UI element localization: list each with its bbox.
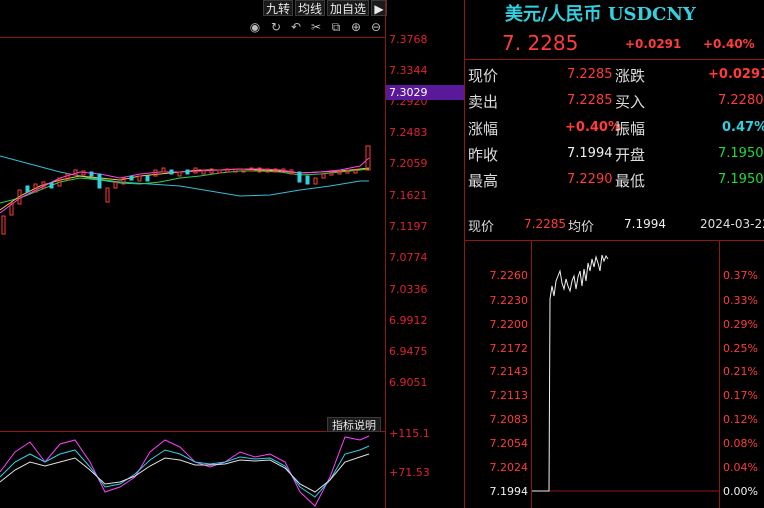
minute-chart[interactable] (532, 241, 719, 508)
minute-tick: 7.2230 (489, 294, 529, 307)
price-tick: 7.1621 (389, 189, 428, 202)
kline-panel[interactable]: 九转 均线 加自选 ▶ ◉ ↻ ↶ ✂ ⧉ ⊕ ⊖ 7.3768 7.3344 … (0, 0, 464, 508)
minute-date: 2024-03-22 (700, 217, 764, 231)
header-divider (465, 59, 764, 60)
row-label: 昨收 (468, 146, 499, 164)
crosshair-price-tag: 7.3029 (386, 85, 464, 100)
indicator-tick: +115.1 (389, 427, 430, 440)
row-value: 7.1950 (718, 172, 764, 187)
indicator-tick: +71.53 (389, 466, 430, 479)
minute-tick: 7.2024 (489, 461, 529, 474)
minute-tick: 7.2172 (489, 342, 529, 355)
row-value: 7.1994 (567, 146, 613, 161)
row-value: 7.2280 (718, 93, 764, 108)
ma-line-slow (0, 155, 369, 197)
minute-tick: 7.2054 (489, 437, 529, 450)
row-label: 最高 (468, 172, 499, 190)
minute-price-line (532, 254, 609, 492)
row-value: 7.2285 (567, 67, 613, 82)
quote-row-0: 现价 7.2285 涨跌 +0.0291 (468, 61, 764, 87)
price-tick: 7.2059 (389, 157, 428, 170)
price-tick: 6.9051 (389, 376, 428, 389)
nine-turn-button[interactable]: 九转 (263, 0, 293, 16)
refresh-icon[interactable]: ↻ (269, 20, 283, 34)
minute-pct-tick: 0.21% (723, 365, 758, 378)
minute-tick: 7.1994 (489, 485, 529, 498)
indicator-chart[interactable] (0, 432, 385, 508)
zoom-out-icon[interactable]: ⊖ (369, 20, 383, 34)
price-tick: 7.3344 (389, 64, 428, 77)
quote-row-1: 卖出 7.2285 买入 7.2280 (468, 87, 764, 113)
minute-pct-tick: 0.33% (723, 294, 758, 307)
row-value: +0.40% (565, 120, 621, 135)
row-value: +0.0291 (708, 67, 764, 82)
row-label: 买入 (615, 93, 646, 111)
indicator-line-d (0, 445, 370, 498)
minute-avg-value: 7.1994 (624, 217, 666, 231)
price-change: +0.0291 (625, 37, 682, 51)
row-label: 涨幅 (468, 120, 499, 138)
row-value: 7.2290 (567, 172, 613, 187)
copy-icon[interactable]: ⧉ (329, 20, 343, 34)
row-label: 现价 (468, 67, 499, 85)
add-watchlist-button[interactable]: 加自选 (327, 0, 369, 16)
minute-pct-tick: 0.37% (723, 269, 758, 282)
minute-tick: 7.2200 (489, 318, 529, 331)
minute-pct-tick: 0.29% (723, 318, 758, 331)
row-label: 最低 (615, 172, 646, 190)
quote-row-4: 最高 7.2290 最低 7.1950 (468, 166, 764, 192)
minute-pct-tick: 0.25% (723, 342, 758, 355)
price-tick: 7.0774 (389, 251, 428, 264)
price-tick: 6.9475 (389, 345, 428, 358)
minute-right-border (719, 240, 720, 508)
minute-pct-tick: 0.17% (723, 389, 758, 402)
minute-pct-tick: 0.12% (723, 413, 758, 426)
minute-pct-tick: 0.08% (723, 437, 758, 450)
minute-price-label: 现价 (468, 220, 495, 235)
row-label: 开盘 (615, 146, 646, 164)
ma-line-short (0, 157, 370, 214)
indicator-help-button[interactable]: 指标说明 (327, 417, 381, 432)
undo-icon[interactable]: ↶ (289, 20, 303, 34)
row-label: 振幅 (615, 120, 646, 138)
minute-tick: 7.2083 (489, 413, 529, 426)
minute-pct-tick: 0.00% (723, 485, 758, 498)
zoom-in-icon[interactable]: ⊕ (349, 20, 363, 34)
minute-tick: 7.2113 (489, 389, 529, 402)
moving-average-button[interactable]: 均线 (295, 0, 325, 16)
row-label: 涨跌 (615, 67, 646, 85)
candles (1, 145, 371, 235)
minute-price-value: 7.2285 (524, 217, 566, 231)
price-change-pct: +0.40% (703, 37, 755, 51)
quote-row-2: 涨幅 +0.40% 振幅 0.47% (468, 114, 764, 140)
row-value: 0.47% (722, 120, 764, 135)
row-value: 7.2285 (567, 93, 613, 108)
scissors-icon[interactable]: ✂ (309, 20, 323, 34)
minute-tick: 7.2260 (489, 269, 529, 282)
last-price: 7. 2285 (502, 31, 579, 55)
quote-row-3: 昨收 7.1994 开盘 7.1950 (468, 140, 764, 166)
ma-line-mid (0, 168, 370, 204)
price-tick: 7.2483 (389, 126, 428, 139)
price-tick: 7.0336 (389, 283, 428, 296)
row-label: 卖出 (468, 93, 499, 111)
price-axis-border (385, 0, 386, 508)
row-value: 7.1950 (718, 146, 764, 161)
kline-chart[interactable] (0, 38, 385, 430)
price-tick: 7.1197 (389, 220, 428, 233)
minute-avg-label: 均价 (568, 220, 595, 235)
price-tick: 6.9912 (389, 314, 428, 327)
indicator-line-j (0, 453, 370, 493)
eye-icon[interactable]: ◉ (248, 20, 262, 34)
price-tick: 7.3768 (389, 33, 428, 46)
minute-tick: 7.2143 (489, 365, 529, 378)
symbol-title: 美元/人民币 USDCNY (505, 4, 696, 25)
minute-pct-tick: 0.04% (723, 461, 758, 474)
